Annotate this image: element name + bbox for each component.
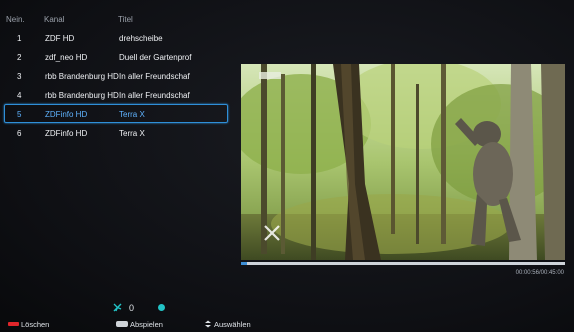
header-channel: Kanal (44, 15, 65, 24)
list-item[interactable]: 6 ZDFinfo HD Terra X (4, 123, 228, 142)
jungle-scene-image (241, 64, 565, 260)
status-count: 0 (129, 302, 135, 313)
timecode: 00:00:56/00:45:00 (515, 270, 564, 276)
item-number: 4 (17, 91, 22, 100)
playback-progress-bar[interactable] (241, 262, 565, 265)
bottom-key-bar: Löschen Abspielen Auswählen (0, 316, 574, 332)
item-channel: rbb Brandenburg HD (45, 72, 119, 81)
item-title: Terra X (119, 129, 145, 138)
item-title: drehscheibe (119, 34, 163, 43)
item-channel: ZDFinfo HD (45, 129, 88, 138)
list-item[interactable]: 2 zdf_neo HD Duell der Gartenprof (4, 47, 228, 66)
up-down-arrows-icon (205, 320, 211, 328)
red-key-icon (8, 322, 19, 326)
item-number: 6 (17, 129, 22, 138)
playback-progress-fill (241, 262, 248, 265)
recordings-list: Nein. Kanal Titel 1 ZDF HD drehscheibe 2… (4, 12, 228, 142)
video-preview[interactable] (241, 64, 565, 260)
item-title: Duell der Gartenprof (119, 53, 192, 62)
item-channel: rbb Brandenburg HD (45, 91, 119, 100)
item-number: 5 (17, 110, 22, 119)
header-number: Nein. (6, 15, 25, 24)
item-number: 3 (17, 72, 22, 81)
play-label: Abspielen (130, 319, 163, 329)
list-item[interactable]: 4 rbb Brandenburg HD In aller Freundscha… (4, 85, 228, 104)
status-dot (158, 304, 166, 311)
delete-key-hint[interactable]: Löschen (8, 320, 49, 329)
item-title: Terra X (119, 110, 145, 119)
header-title: Titel (118, 15, 133, 24)
status-indicator: 0 (112, 302, 166, 313)
item-channel: zdf_neo HD (45, 53, 88, 62)
delete-label: Löschen (21, 319, 50, 329)
no-signal-icon (113, 303, 122, 312)
ok-key-icon (116, 321, 128, 327)
item-number: 2 (17, 53, 22, 62)
item-channel: ZDFinfo HD (45, 110, 88, 119)
list-item[interactable]: 1 ZDF HD drehscheibe (4, 28, 228, 47)
list-item[interactable]: 3 rbb Brandenburg HD In aller Freundscha… (4, 66, 228, 85)
play-key-hint[interactable]: Abspielen (116, 320, 163, 329)
item-number: 1 (17, 34, 22, 43)
select-label: Auswählen (214, 319, 251, 329)
list-item-selected[interactable]: 5 ZDFinfo HD Terra X (4, 104, 228, 123)
item-title: In aller Freundschaf (119, 91, 190, 100)
select-key-hint[interactable]: Auswählen (204, 320, 251, 329)
list-header: Nein. Kanal Titel (4, 12, 228, 28)
item-title: In aller Freundschaf (119, 72, 190, 81)
recordings-screen: Nein. Kanal Titel 1 ZDF HD drehscheibe 2… (0, 0, 574, 332)
item-channel: ZDF HD (45, 34, 75, 43)
